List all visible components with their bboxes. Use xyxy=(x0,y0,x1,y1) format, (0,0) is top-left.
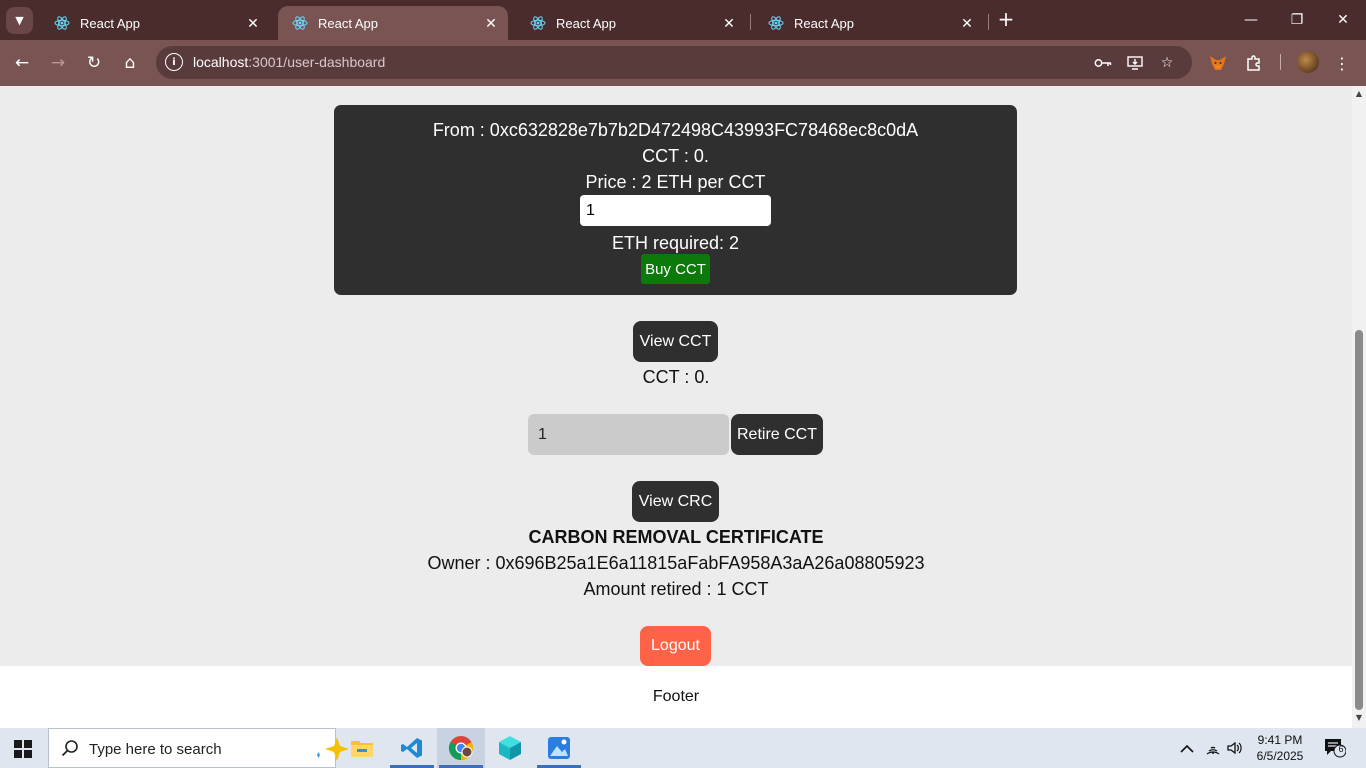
network-wifi-icon[interactable] xyxy=(1205,728,1223,768)
user-dashboard-page: From : 0xc632828e7b7b2D472498C43993FC784… xyxy=(0,86,1352,728)
view-crc-button[interactable]: View CRC xyxy=(632,481,719,522)
vscode-icon[interactable] xyxy=(388,728,436,768)
scroll-up-arrow-icon[interactable]: ▲ xyxy=(1354,89,1364,99)
clock-time: 9:41 PM xyxy=(1257,733,1303,747)
toolbar-separator xyxy=(1280,54,1281,70)
page-footer: Footer xyxy=(0,666,1352,728)
close-tab-icon[interactable]: ✕ xyxy=(482,14,500,32)
retire-cct-button[interactable]: Retire CCT xyxy=(731,414,823,455)
notification-center-icon[interactable]: 6 xyxy=(1324,738,1347,758)
close-tab-icon[interactable]: ✕ xyxy=(720,14,738,32)
scrollbar-thumb[interactable] xyxy=(1355,330,1363,710)
certificate-heading: CARBON REMOVAL CERTIFICATE xyxy=(528,527,824,547)
tab-search-chevron-icon[interactable]: ▼ xyxy=(6,7,33,34)
file-explorer-icon[interactable] xyxy=(338,728,386,768)
browser-tab-1[interactable]: React App ✕ xyxy=(40,6,270,40)
search-placeholder: Type here to search xyxy=(89,741,222,758)
clock-date: 6/5/2025 xyxy=(1256,749,1304,763)
photos-app-icon[interactable] xyxy=(535,728,583,768)
tab-separator xyxy=(988,14,989,30)
eth-required: ETH required: 2 xyxy=(611,233,740,253)
tab-title: React App xyxy=(794,15,854,31)
retire-amount-input[interactable] xyxy=(528,414,729,455)
view-cct-button[interactable]: View CCT xyxy=(633,321,718,362)
show-hidden-icons-chevron-icon[interactable] xyxy=(1180,728,1198,768)
logout-button[interactable]: Logout xyxy=(640,626,711,666)
page-scrollbar[interactable]: ▲ ▼ xyxy=(1352,86,1366,728)
address-bar[interactable]: i localhost:3001/user-dashboard ☆ xyxy=(156,46,1192,79)
react-icon xyxy=(54,15,70,31)
restore-icon[interactable]: ❐ xyxy=(1274,0,1320,40)
minimize-icon[interactable]: — xyxy=(1228,0,1274,40)
react-icon xyxy=(768,15,784,31)
reload-icon[interactable]: ↻ xyxy=(82,51,106,75)
browser-tab-4[interactable]: React App ✕ xyxy=(754,6,984,40)
password-key-icon[interactable] xyxy=(1092,52,1114,74)
taskbar-search-box[interactable]: Type here to search xyxy=(48,728,371,768)
seller-address: From : 0xc632828e7b7b2D472498C43993FC784… xyxy=(432,120,919,140)
url-host: localhost xyxy=(193,54,249,70)
windows-taskbar: Type here to search 9:41 PM 6/5/2025 6 xyxy=(0,728,1366,768)
react-icon xyxy=(530,15,546,31)
certificate-amount-retired: Amount retired : 1 CCT xyxy=(583,579,769,599)
system-clock[interactable]: 9:41 PM 6/5/2025 xyxy=(1248,732,1312,764)
tab-separator xyxy=(750,14,751,30)
buy-amount-input[interactable] xyxy=(580,195,771,226)
window-close-icon[interactable]: ✕ xyxy=(1320,0,1366,40)
buy-cct-card: From : 0xc632828e7b7b2D472498C43993FC784… xyxy=(334,105,1017,295)
chrome-icon[interactable] xyxy=(437,728,485,768)
profile-avatar[interactable] xyxy=(1297,51,1319,73)
browser-tab-2-active[interactable]: React App ✕ xyxy=(278,6,508,40)
search-icon xyxy=(61,739,81,759)
react-icon xyxy=(292,15,308,31)
site-info-icon[interactable]: i xyxy=(165,53,183,71)
tab-title: React App xyxy=(80,15,140,31)
url-path: :3001/user-dashboard xyxy=(248,54,386,70)
browser-tabstrip: ▼ React App ✕ React App ✕ React App ✕ Re… xyxy=(0,0,1366,40)
tab-title: React App xyxy=(556,15,616,31)
3d-cube-app-icon[interactable] xyxy=(486,728,534,768)
cct-price: Price : 2 ETH per CCT xyxy=(585,172,766,192)
volume-speaker-icon[interactable] xyxy=(1227,728,1245,768)
url-text[interactable]: localhost:3001/user-dashboard xyxy=(193,54,385,70)
browser-menu-kebab-icon[interactable]: ⋮ xyxy=(1330,51,1354,75)
install-app-icon[interactable] xyxy=(1124,52,1146,74)
browser-tab-3[interactable]: React App ✕ xyxy=(516,6,746,40)
user-cct-balance: CCT : 0. xyxy=(642,367,710,387)
home-icon[interactable]: ⌂ xyxy=(118,51,142,75)
back-arrow-icon[interactable]: ← xyxy=(10,51,34,75)
certificate-owner: Owner : 0x696B25a1E6a11815aFabFA958A3aA2… xyxy=(427,553,925,573)
windows-start-icon[interactable] xyxy=(14,740,32,758)
forward-arrow-icon[interactable]: → xyxy=(46,51,70,75)
footer-text: Footer xyxy=(652,688,700,705)
buy-cct-button[interactable]: Buy CCT xyxy=(641,254,710,284)
seller-cct-balance: CCT : 0. xyxy=(642,146,709,166)
bookmark-star-icon[interactable]: ☆ xyxy=(1156,52,1178,74)
notification-count-badge: 6 xyxy=(1338,744,1344,754)
tab-title: React App xyxy=(318,15,378,31)
new-tab-plus-icon[interactable]: + xyxy=(996,9,1016,30)
close-tab-icon[interactable]: ✕ xyxy=(958,14,976,32)
close-tab-icon[interactable]: ✕ xyxy=(244,14,262,32)
metamask-fox-icon[interactable] xyxy=(1206,51,1230,75)
scroll-down-arrow-icon[interactable]: ▼ xyxy=(1354,713,1364,723)
extensions-puzzle-icon[interactable] xyxy=(1242,51,1266,75)
browser-toolbar: ← → ↻ ⌂ i localhost:3001/user-dashboard … xyxy=(0,40,1366,86)
